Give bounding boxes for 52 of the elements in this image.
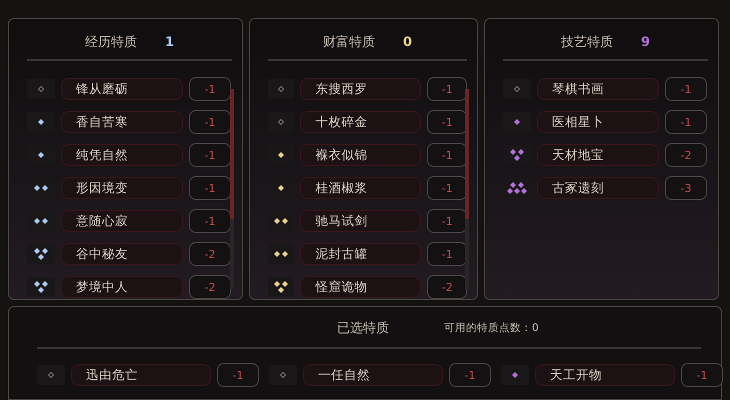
trait-cost: -1	[217, 363, 259, 387]
trait-button[interactable]: 驰马试剑	[300, 210, 422, 232]
trait-button[interactable]: 古冢遗刻	[537, 177, 659, 199]
trait-cost: -2	[665, 143, 707, 167]
trait-button[interactable]: 泥封古罐	[300, 243, 422, 265]
trait-button[interactable]: 桂酒椒浆	[300, 177, 422, 199]
trait-button[interactable]: 香自苦寒	[61, 111, 183, 133]
trait-button[interactable]: 东搜西罗	[300, 78, 422, 100]
scrollbar[interactable]	[230, 89, 234, 289]
scrollbar[interactable]	[465, 89, 469, 289]
trait-cost: -1	[189, 77, 231, 101]
trait-button[interactable]: 怪窟诡物	[300, 276, 422, 298]
trait-cost: -1	[189, 143, 231, 167]
panel-title: 财富特质	[322, 34, 375, 51]
trait-button[interactable]: 医相星卜	[537, 111, 659, 133]
trait-cost: -1	[681, 363, 723, 387]
trait-button[interactable]: 形因境变	[61, 177, 183, 199]
trait-cost: -1	[665, 110, 707, 134]
trait-cost: -1	[427, 110, 467, 134]
trait-button[interactable]: 褓衣似锦	[300, 144, 422, 166]
trait-cost: -2	[189, 275, 231, 299]
trait-count: 9	[640, 34, 650, 50]
points-label: 可用的特质点数：0	[444, 321, 539, 335]
panel-title: 技艺特质	[560, 34, 613, 51]
trait-button[interactable]: 十枚碎金	[300, 111, 422, 133]
trait-cost: -1	[189, 209, 231, 233]
trait-cost: -3	[665, 176, 707, 200]
panel-title: 已选特质	[337, 320, 389, 337]
trait-button[interactable]: 天工开物	[535, 364, 675, 386]
trait-cost: -2	[189, 242, 231, 266]
trait-button[interactable]: 梦境中人	[61, 276, 183, 298]
trait-button[interactable]: 迅由危亡	[71, 364, 211, 386]
trait-button[interactable]: 锋从磨砺	[61, 78, 183, 100]
trait-button[interactable]: 琴棋书画	[537, 78, 659, 100]
trait-cost: -1	[665, 77, 707, 101]
trait-cost: -1	[427, 143, 467, 167]
trait-button[interactable]: 一任自然	[303, 364, 443, 386]
trait-cost: -1	[427, 176, 467, 200]
panel-title: 经历特质	[84, 34, 137, 51]
trait-cost: -1	[189, 110, 231, 134]
trait-count: 1	[164, 34, 174, 50]
trait-button[interactable]: 天材地宝	[537, 144, 659, 166]
trait-button[interactable]: 谷中秘友	[61, 243, 183, 265]
trait-cost: -1	[427, 242, 467, 266]
trait-cost: -1	[427, 77, 467, 101]
trait-cost: -2	[427, 275, 467, 299]
trait-count: 0	[402, 34, 412, 50]
trait-cost: -1	[189, 176, 231, 200]
trait-cost: -1	[449, 363, 491, 387]
trait-button[interactable]: 纯凭自然	[61, 144, 183, 166]
trait-button[interactable]: 意随心寂	[61, 210, 183, 232]
trait-cost: -1	[427, 209, 467, 233]
